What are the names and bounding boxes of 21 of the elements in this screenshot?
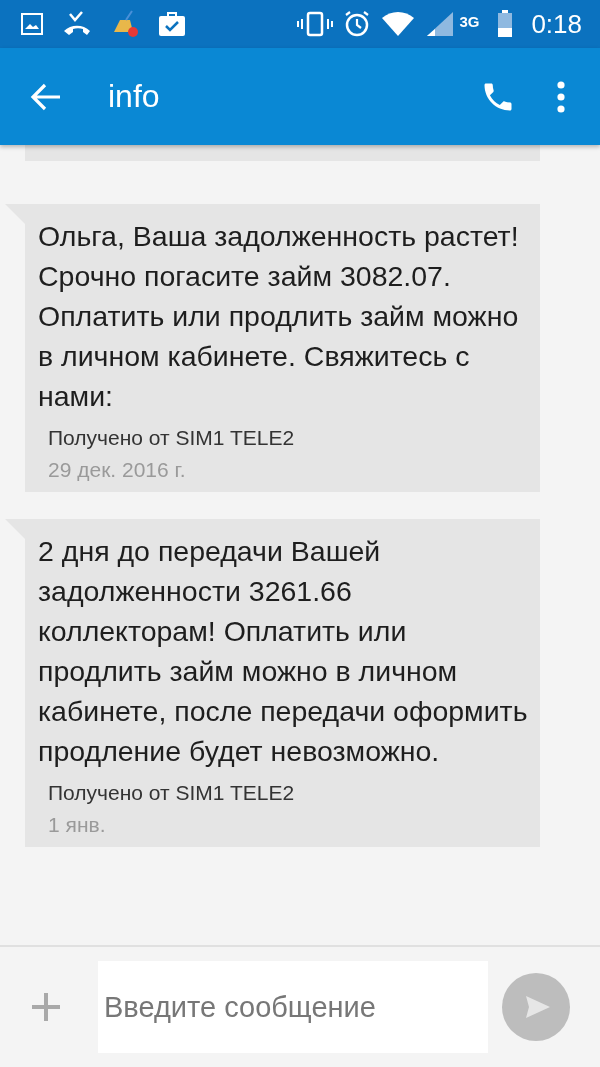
signal-icon bbox=[425, 11, 456, 37]
sim-source: Получено от SIM1 TELE2 bbox=[48, 426, 296, 450]
vibrate-icon bbox=[297, 11, 334, 37]
message-date: 1 янв. bbox=[48, 813, 107, 837]
wifi-icon bbox=[381, 11, 416, 37]
clock-time: 0:18 bbox=[531, 8, 582, 40]
message-input[interactable]: Введите сообщение bbox=[98, 961, 488, 1053]
briefcase-check-icon bbox=[158, 11, 186, 37]
message-text: Ольга, Ваша задолженность растет! Срочно погасите займ 3082.07. Оплатить или продлить займ можно в личном кабинете. Свяжитесь с нами: bbox=[38, 219, 520, 414]
network-type: 3G bbox=[459, 12, 480, 30]
conversation-title: info bbox=[108, 78, 161, 115]
message-text: 2 дня до передачи Вашей задолженности 3261.66 коллекторам! Оплатить или продлить займ можно в личном кабинете, после передачи оформить продление будет невозможно. bbox=[38, 534, 529, 769]
message-date: 29 дек. 2016 г. bbox=[48, 458, 187, 482]
sim-source: Получено от SIM1 TELE2 bbox=[48, 781, 296, 805]
back-arrow-icon bbox=[30, 82, 62, 111]
plus-icon bbox=[30, 991, 62, 1023]
battery-icon bbox=[497, 10, 514, 38]
more-vertical-icon bbox=[556, 80, 566, 113]
missed-call-icon bbox=[62, 11, 92, 37]
send-icon bbox=[525, 995, 551, 1019]
image-icon bbox=[20, 12, 44, 36]
